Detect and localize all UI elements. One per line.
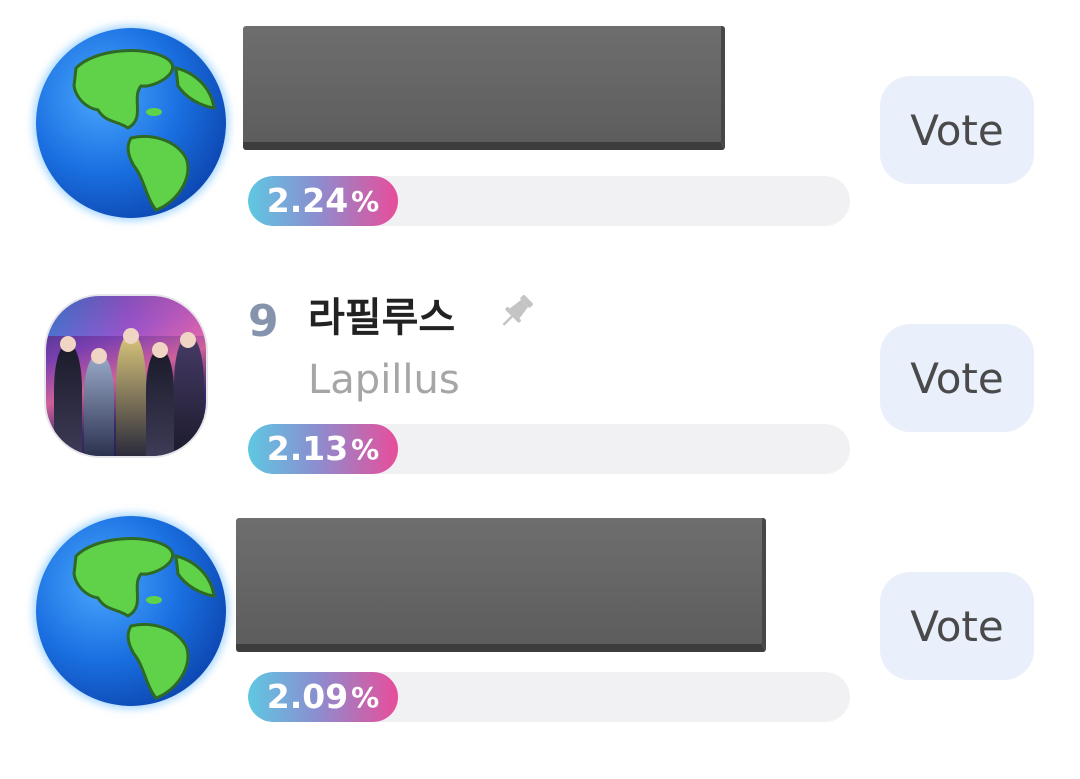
vote-percent: 2.13 xyxy=(266,429,349,468)
vote-ranking-list: 2.24% Vote 9 라필루스 Lapillus 2.13 % Vote 2… xyxy=(0,0,1080,779)
artist-english-name: Lapillus xyxy=(308,357,460,403)
artist-name: 라필루스 xyxy=(308,295,456,341)
redacted-block xyxy=(236,518,766,652)
rank-number: 9 xyxy=(248,296,279,347)
percent-sign: % xyxy=(351,432,380,466)
vote-progress-bar: 2.13% xyxy=(248,424,850,474)
vote-progress-bar: 2.09% xyxy=(248,672,850,722)
vote-progress-fill: 2.09% xyxy=(248,672,398,722)
globe-icon xyxy=(36,516,226,706)
list-item: 2.09% Vote xyxy=(0,0,1080,722)
vote-button[interactable]: Vote xyxy=(880,572,1034,680)
vote-progress-fill: 2.13% xyxy=(248,424,398,474)
vote-percent: 2.09 xyxy=(266,677,349,716)
percent-sign: % xyxy=(351,680,380,714)
pin-icon[interactable] xyxy=(494,290,538,334)
vote-button[interactable]: Vote xyxy=(880,324,1034,432)
artist-avatar xyxy=(46,296,206,456)
